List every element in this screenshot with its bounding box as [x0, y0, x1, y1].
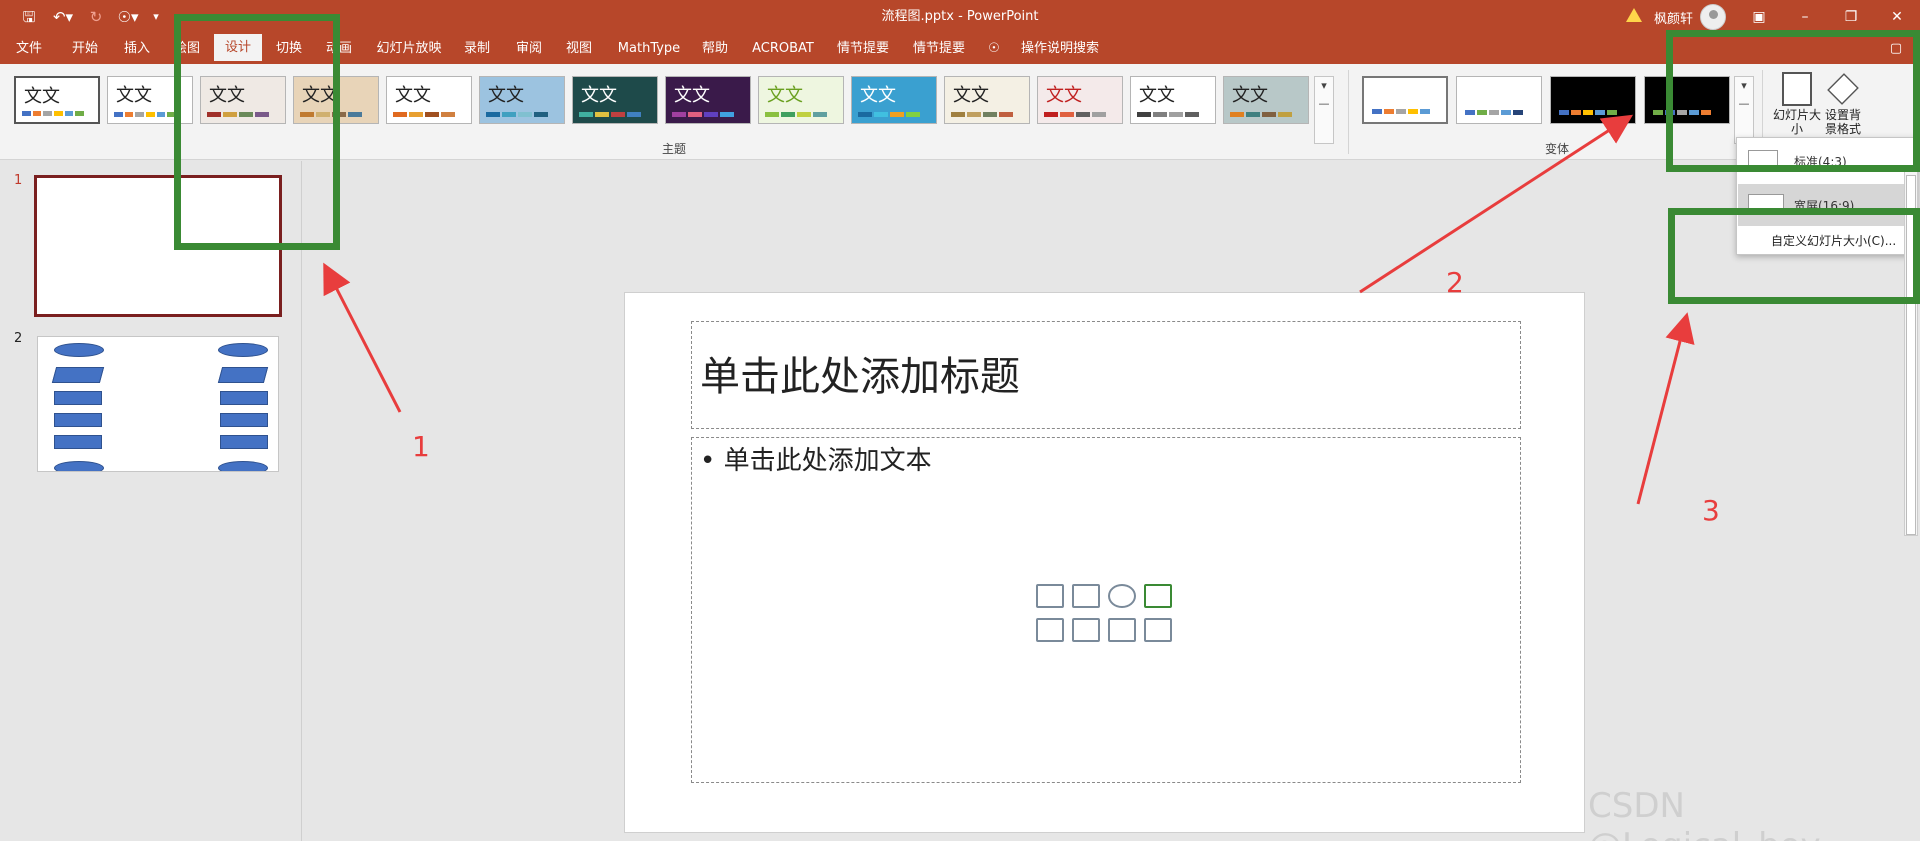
theme-5[interactable]: 文文 [386, 76, 472, 124]
arrow-3 [1636, 312, 1695, 505]
user-name[interactable]: 枫颜轩 [1654, 8, 1693, 27]
title-placeholder[interactable]: 单击此处添加标题 [691, 321, 1521, 429]
tab-file[interactable]: 文件 [8, 34, 50, 64]
theme-sample-text: 文文 [116, 85, 152, 106]
annotation-label-1: 1 [412, 430, 430, 463]
flow-shape [54, 343, 104, 357]
theme-sample-text: 文文 [767, 85, 803, 106]
flow-shape [220, 413, 268, 427]
theme-6[interactable]: 文文 [479, 76, 565, 124]
content-placeholder[interactable]: • 单击此处添加文本 [691, 437, 1521, 783]
tab-view[interactable]: 视图 [558, 34, 600, 64]
tab-storyboard-2[interactable]: 情节提要 [906, 34, 972, 64]
theme-sample-text: 文文 [488, 85, 524, 106]
ribbon-separator [1348, 70, 1349, 154]
insert-smartart-icon[interactable] [1144, 584, 1172, 608]
flow-shape [54, 461, 104, 471]
theme-sample-text: 文文 [1139, 85, 1175, 106]
ribbon-display-options-icon[interactable]: ▣ [1736, 0, 1782, 34]
theme-sample-text: 文文 [581, 85, 617, 106]
slide-canvas[interactable]: 单击此处添加标题 • 单击此处添加文本 [624, 292, 1585, 833]
tab-mathtype[interactable]: MathType [614, 34, 684, 64]
highlight-box-slide-size [1666, 30, 1920, 172]
insert-video-icon[interactable] [1072, 618, 1100, 642]
annotation-label-3: 3 [1702, 494, 1720, 527]
theme-sample-text: 文文 [674, 85, 710, 106]
variants-group-label: 变体 [1545, 142, 1570, 156]
slide-thumbnail-pane: 1 2 [0, 161, 302, 841]
slide-thumbnail-2[interactable] [37, 336, 279, 472]
flow-shape [218, 461, 268, 471]
variant-2[interactable] [1456, 76, 1542, 124]
insert-chart-icon[interactable] [1144, 618, 1172, 642]
theme-14[interactable]: 文文 [1223, 76, 1309, 124]
avatar[interactable] [1700, 4, 1726, 30]
variant-1[interactable] [1362, 76, 1448, 124]
close-button[interactable]: ✕ [1874, 0, 1920, 34]
tab-review[interactable]: 审阅 [508, 34, 550, 64]
theme-9[interactable]: 文文 [758, 76, 844, 124]
warning-icon[interactable] [1626, 8, 1642, 22]
theme-sample-text: 文文 [953, 85, 989, 106]
theme-sample-text: 文文 [860, 85, 896, 106]
flow-shape [220, 435, 268, 449]
insert-icons-icon[interactable] [1108, 584, 1136, 608]
highlight-box-design-tab [174, 14, 340, 250]
tab-home[interactable]: 开始 [64, 34, 106, 64]
flow-shape [54, 413, 102, 427]
tab-slideshow[interactable]: 幻灯片放映 [374, 34, 444, 64]
flow-shape [220, 391, 268, 405]
flow-shape [54, 391, 102, 405]
theme-office[interactable]: 文文 [14, 76, 100, 124]
content-placeholder-text: • 单击此处添加文本 [700, 446, 932, 476]
theme-8[interactable]: 文文 [665, 76, 751, 124]
title-placeholder-text: 单击此处添加标题 [700, 354, 1020, 400]
insert-online-picture-icon[interactable] [1072, 584, 1100, 608]
theme-sample-text: 文文 [24, 86, 60, 107]
tab-insert[interactable]: 插入 [116, 34, 158, 64]
variant-3[interactable] [1550, 76, 1636, 124]
themes-group-label: 主题 [662, 142, 687, 156]
arrow-1 [323, 262, 402, 413]
theme-12[interactable]: 文文 [1037, 76, 1123, 124]
insert-table-icon[interactable] [1108, 618, 1136, 642]
slide-2-number: 2 [14, 331, 23, 346]
minimize-button[interactable]: – [1782, 0, 1828, 34]
insert-3d-model-icon[interactable] [1036, 618, 1064, 642]
watermark: CSDN @Logical_boy [1588, 786, 1821, 841]
restore-button[interactable]: ❐ [1828, 0, 1874, 34]
tab-acrobat[interactable]: ACROBAT [748, 34, 818, 64]
tab-storyboard-1[interactable]: 情节提要 [830, 34, 896, 64]
lightbulb-icon[interactable]: ☉ [984, 34, 1004, 64]
theme-11[interactable]: 文文 [944, 76, 1030, 124]
tell-me-search[interactable]: 操作说明搜索 [1010, 34, 1110, 64]
flow-shape [218, 343, 268, 357]
slide-1-number: 1 [14, 173, 23, 188]
theme-sample-text: 文文 [395, 85, 431, 106]
theme-sample-text: 文文 [1232, 85, 1268, 106]
tab-record[interactable]: 录制 [456, 34, 498, 64]
flow-shape [51, 367, 105, 383]
theme-sample-text: 文文 [1046, 85, 1082, 106]
annotation-label-2: 2 [1446, 266, 1464, 299]
theme-13[interactable]: 文文 [1130, 76, 1216, 124]
tab-help[interactable]: 帮助 [694, 34, 736, 64]
themes-more-button[interactable]: ▾ — [1314, 76, 1334, 144]
flow-shape [54, 435, 102, 449]
theme-7[interactable]: 文文 [572, 76, 658, 124]
flow-shape [217, 367, 269, 383]
theme-10[interactable]: 文文 [851, 76, 937, 124]
insert-image-icon[interactable] [1036, 584, 1064, 608]
highlight-box-custom-size [1668, 208, 1920, 304]
